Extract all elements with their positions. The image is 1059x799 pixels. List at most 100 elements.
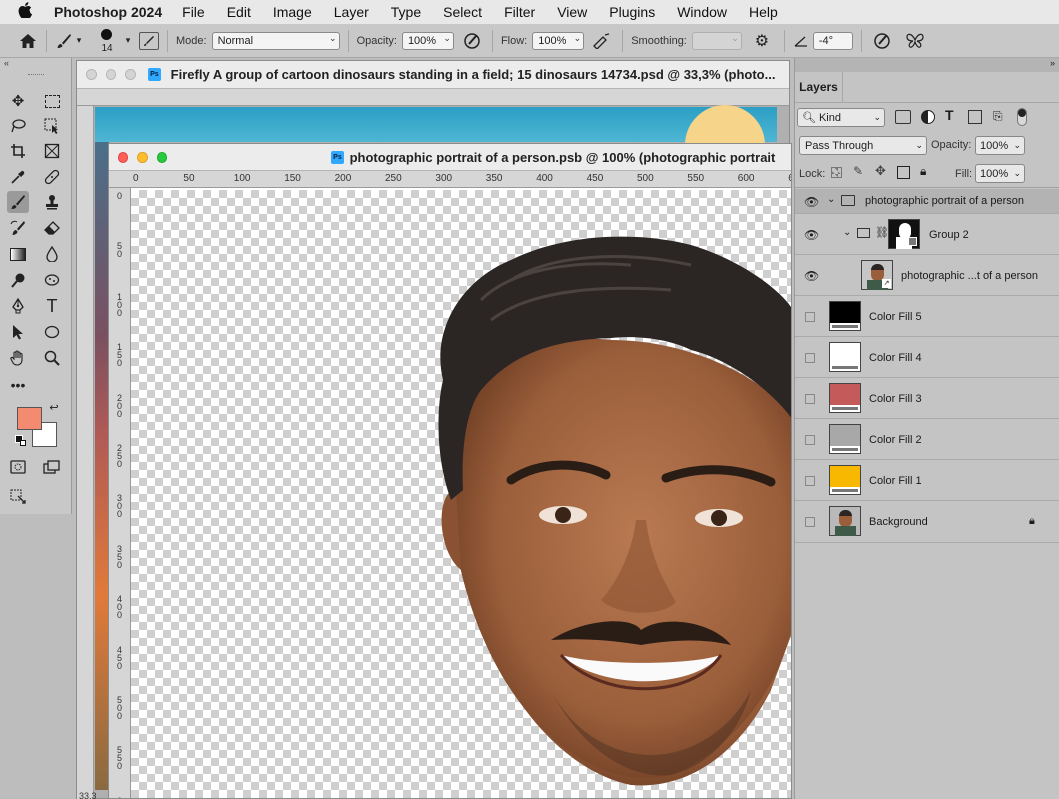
marquee-tool-icon[interactable] <box>41 90 63 112</box>
vertical-ruler[interactable]: 0501001502002503003504004505005506 <box>109 188 131 798</box>
eye-icon[interactable]: 👁︎ <box>804 269 819 283</box>
screen-mode-icon[interactable] <box>41 456 63 478</box>
hand-tool-icon[interactable] <box>7 347 29 369</box>
pressure-size-icon[interactable] <box>870 32 894 50</box>
group-mask-thumbnail[interactable] <box>888 219 920 249</box>
menu-image[interactable]: Image <box>273 4 312 20</box>
blend-mode-select[interactable]: Pass Through ⌄ <box>799 136 927 155</box>
lock-pixels-icon[interactable]: ✎ <box>853 164 863 178</box>
color-fill-thumbnail[interactable] <box>829 301 861 331</box>
brush-tool-active-icon[interactable] <box>7 191 29 213</box>
document-titlebar[interactable]: Ps photographic portrait of a person.psb… <box>109 144 791 171</box>
brush-tool-icon[interactable] <box>55 33 73 49</box>
menu-filter[interactable]: Filter <box>504 4 535 20</box>
horizontal-ruler[interactable] <box>77 89 789 106</box>
menu-help[interactable]: Help <box>749 4 778 20</box>
filter-adjustment-icon[interactable] <box>921 110 935 124</box>
menu-select[interactable]: Select <box>443 4 482 20</box>
object-selection-tool-icon[interactable] <box>41 115 63 137</box>
layer-row-color-fill-5[interactable]: Color Fill 5 <box>795 297 1059 337</box>
menu-edit[interactable]: Edit <box>227 4 251 20</box>
document-titlebar[interactable]: Ps Firefly A group of cartoon dinosaurs … <box>77 61 789 89</box>
brush-preset-picker[interactable]: 14 <box>91 26 123 56</box>
quick-mask-icon[interactable] <box>7 456 29 478</box>
ellipse-tool-icon[interactable] <box>41 321 63 343</box>
visibility-toggle[interactable] <box>805 517 815 527</box>
tool-preset-chevron-icon[interactable]: ▾ <box>73 35 85 46</box>
zoom-window-button[interactable] <box>156 151 168 163</box>
tools-collapse-bar[interactable]: « <box>0 58 71 72</box>
layer-row-color-fill-3[interactable]: Color Fill 3 <box>795 379 1059 419</box>
sponge-tool-icon[interactable] <box>41 269 63 291</box>
group-expand-chevron-icon[interactable]: ⌄ <box>827 194 835 205</box>
eyedropper-tool-icon[interactable] <box>7 166 29 188</box>
zoom-window-button[interactable] <box>125 69 137 80</box>
menu-view[interactable]: View <box>557 4 587 20</box>
filter-toggle-switch[interactable] <box>1017 108 1027 126</box>
filter-smart-object-icon[interactable]: ⎘ <box>993 109 1003 124</box>
flow-field[interactable]: 100% ⌄ <box>532 31 585 50</box>
symmetry-butterfly-icon[interactable] <box>902 32 928 50</box>
angle-field[interactable]: -4° <box>812 31 853 50</box>
frame-tool-icon[interactable] <box>41 140 63 162</box>
history-brush-tool-icon[interactable] <box>7 217 29 239</box>
minimize-window-button[interactable] <box>137 151 148 163</box>
group-expand-chevron-icon[interactable]: ⌄ <box>843 227 851 238</box>
tab-layers[interactable]: Layers <box>795 72 843 102</box>
visibility-toggle[interactable] <box>805 435 815 445</box>
blur-tool-icon[interactable] <box>41 243 63 265</box>
lock-transparent-icon[interactable] <box>831 167 842 178</box>
filter-pixel-icon[interactable] <box>895 110 911 124</box>
gradient-tool-icon[interactable] <box>7 243 29 265</box>
visibility-toggle[interactable] <box>805 394 815 404</box>
menu-type[interactable]: Type <box>391 4 421 20</box>
color-fill-thumbnail[interactable] <box>829 342 861 372</box>
more-tools-icon[interactable]: ••• <box>7 374 29 396</box>
eye-icon[interactable]: 👁︎ <box>804 228 819 242</box>
gear-icon[interactable]: ⚙ <box>748 31 776 51</box>
move-tool-icon[interactable]: ✥ <box>7 90 29 112</box>
lasso-tool-icon[interactable] <box>7 115 29 137</box>
filter-shape-icon[interactable] <box>968 110 982 124</box>
brush-settings-icon[interactable] <box>139 31 159 50</box>
lock-position-icon[interactable]: ✥ <box>875 163 886 179</box>
type-tool-icon[interactable]: T <box>41 295 63 317</box>
filter-kind-select[interactable]: 🔍︎ Kind ⌄ <box>797 108 885 127</box>
layer-row-color-fill-1[interactable]: Color Fill 1 <box>795 461 1059 501</box>
layer-row-group-2[interactable]: 👁︎ ⌄ ⛓︎ Group 2 <box>795 215 1059 255</box>
close-window-button[interactable] <box>118 151 129 163</box>
canvas-area[interactable] <box>131 190 791 798</box>
layer-row-background[interactable]: Background 🔒︎ <box>795 502 1059 543</box>
layer-row-group[interactable]: 👁︎ ⌄ photographic portrait of a person <box>795 189 1059 214</box>
close-window-button[interactable] <box>86 69 97 80</box>
horizontal-ruler[interactable]: 0 50 100 150 200 250 300 350 400 450 500 550 600 65 <box>109 171 791 188</box>
smoothing-field[interactable]: ⌄ <box>691 31 742 50</box>
color-fill-thumbnail[interactable] <box>829 383 861 413</box>
layer-row-color-fill-2[interactable]: Color Fill 2 <box>795 420 1059 460</box>
visibility-toggle[interactable] <box>805 476 815 486</box>
color-fill-thumbnail[interactable] <box>829 465 861 495</box>
layer-row-color-fill-4[interactable]: Color Fill 4 <box>795 338 1059 378</box>
background-thumbnail[interactable] <box>829 506 861 536</box>
layer-opacity-field[interactable]: 100% ⌄ <box>975 136 1025 155</box>
color-fill-thumbnail[interactable] <box>829 424 861 454</box>
apple-menu-icon[interactable] <box>18 2 40 22</box>
pressure-opacity-icon[interactable] <box>460 32 484 50</box>
edit-toolbar-icon[interactable] <box>7 486 29 508</box>
home-icon[interactable] <box>18 33 38 49</box>
app-menu[interactable]: Photoshop 2024 <box>54 4 162 20</box>
lock-all-icon[interactable]: 🔒︎ <box>920 164 926 179</box>
document-window-portrait[interactable]: Ps photographic portrait of a person.psb… <box>108 143 792 799</box>
menu-window[interactable]: Window <box>677 4 727 20</box>
eye-icon[interactable]: 👁︎ <box>804 195 819 209</box>
menu-file[interactable]: File <box>182 4 205 20</box>
filter-type-icon[interactable]: T <box>945 107 954 123</box>
swap-colors-icon[interactable]: ↩ <box>46 399 62 415</box>
lock-artboard-icon[interactable] <box>897 166 910 179</box>
foreground-color-swatch[interactable] <box>17 407 42 430</box>
path-selection-tool-icon[interactable] <box>7 321 29 343</box>
crop-tool-icon[interactable] <box>7 140 29 162</box>
clone-stamp-tool-icon[interactable] <box>41 191 63 213</box>
opacity-field[interactable]: 100% ⌄ <box>401 31 454 50</box>
pen-tool-icon[interactable] <box>7 295 29 317</box>
